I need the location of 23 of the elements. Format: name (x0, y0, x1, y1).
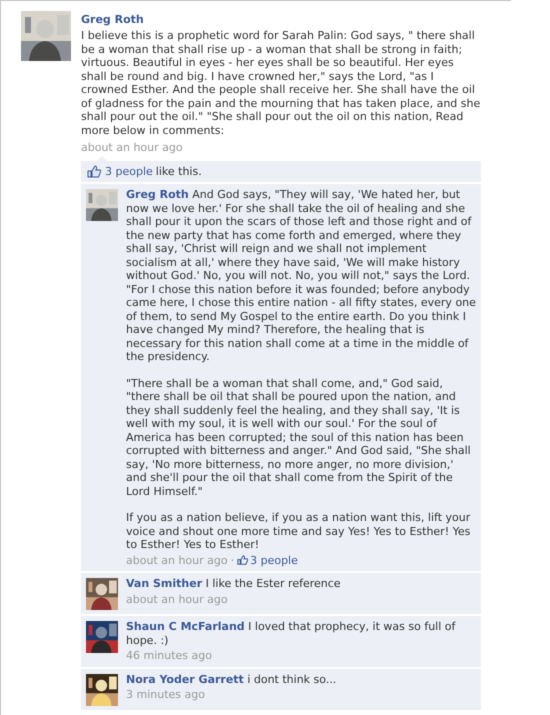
post-text: I believe this is a prophetic word for Sarah Palin: God says, " there shall be a woman that shall rise up - a woman that shall be strong in faith; virtuous. Beautiful in eyes - her eyes shall be so beautiful. Her eyes shall be round and big. I have crowned her," says the Lord, "as I crowned Esther. And the people shall receive her. She shall have the oil of gladness for the pain and the mourning that has taken place, and she shall pour out the oil." "She shall pour out the oil on this nation, Read more below in comments: (81, 29, 481, 137)
comment-text: Shaun C McFarland I loved that prophecy, it was so full of hope. :) (126, 620, 457, 647)
author-link[interactable]: Greg Roth (126, 188, 189, 201)
timestamp: about an hour ago (81, 141, 184, 154)
timestamp: about an hour ago (126, 592, 228, 606)
author-link[interactable]: Shaun C McFarland (126, 620, 245, 633)
comment-text: Nora Yoder Garrett i dont think so... (126, 672, 338, 686)
likers-link[interactable]: 3 people (250, 554, 298, 567)
author-link[interactable]: Nora Yoder Garrett (126, 672, 244, 686)
likers-link[interactable]: 3 people (105, 164, 153, 178)
author-link[interactable]: Van Smither (126, 577, 202, 590)
timestamp: 3 minutes ago (126, 688, 205, 702)
thumbs-up-icon (237, 555, 248, 566)
comment-text: Greg Roth And God says, "They will say, 'We hated her, but now we love her.' For she shall take the oil of healing and she shall pour it upon the scars of those left and those right and of the new party that has come forth and emerged, where they shall say, 'Christ will reign and we shall not implement socialism at all,' where they have said, 'We will make history without God.' No, you will not. No, you will not," says the Lord. "For I chose this nation before it was founded; before anybody came here, I chose this entire nation - all fifty states, every one of them, to send My Gospel to the entire earth. Do you think I have changed My mind? Therefore, the healing that is necessary for this nation shall come at a time in the middle of the presidency. (126, 188, 476, 364)
comment-text: Van Smither I like the Ester reference (126, 577, 342, 590)
author-link[interactable]: Greg Roth (81, 11, 481, 27)
timestamp: about an hour ago (126, 554, 228, 567)
comment-text: "There shall be a woman that shall come, and," God said, "there shall be oil that shall be poured upon the nation, and they shall suddenly feel the healing, and they shall say, 'It is well with my soul, it is well with our soul.' For the soul of America has been corrupted; the soul of this nation has been corrupted with bitterness and anger." And God said, "She shall say, 'No more bitterness, no more anger, no more division,' and she'll pour the oil that shall come from the Spirit of the Lord Himself." (126, 376, 472, 498)
likes-text: like this. (156, 164, 202, 178)
separator: · (230, 554, 234, 567)
comment-text: If you as a nation believe, if you as a nation want this, lift your voice and shout one more time and say Yes! Yes to Esther! Yes to Esther! Yes to Esther! (126, 511, 472, 552)
timestamp: 46 minutes ago (126, 649, 212, 662)
thumbs-up-icon (87, 164, 101, 178)
